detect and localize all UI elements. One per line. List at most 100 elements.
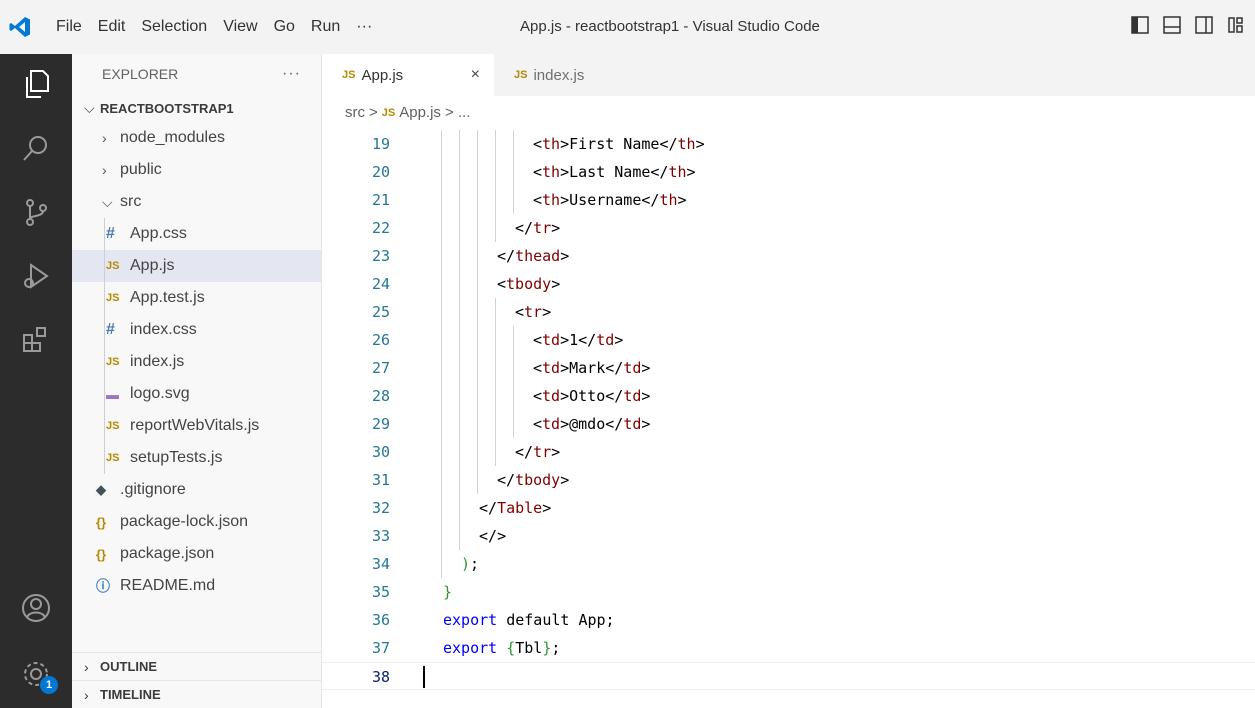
code-line[interactable]: 37 export {Tbl}; bbox=[322, 634, 1255, 662]
indent-guide bbox=[104, 346, 105, 378]
code-line[interactable]: 26 <td>1</td> bbox=[322, 326, 1255, 354]
line-number: 19 bbox=[371, 135, 390, 153]
tree-file[interactable]: ▬ logo.svg bbox=[72, 378, 321, 410]
vscode-logo-icon bbox=[0, 0, 40, 54]
code-line[interactable]: 24 <tbody> bbox=[322, 270, 1255, 298]
code-line[interactable]: 23 </thead> bbox=[322, 242, 1255, 270]
tree-file[interactable]: ◆ .gitignore bbox=[72, 474, 321, 506]
code-text: <th>Username</th> bbox=[533, 191, 687, 209]
code-line[interactable]: 36 export default App; bbox=[322, 606, 1255, 634]
code-text: <td>Otto</td> bbox=[533, 387, 651, 405]
tree-file[interactable]: # index.css bbox=[72, 314, 321, 346]
menu-view[interactable]: View bbox=[215, 0, 265, 54]
tree-folder[interactable]: › public bbox=[72, 154, 321, 186]
code-text: </tr> bbox=[515, 219, 561, 237]
indent-guide bbox=[477, 298, 478, 326]
manage-gear-icon[interactable]: 1 bbox=[0, 644, 72, 704]
tree-file[interactable]: {} package-lock.json bbox=[72, 506, 321, 538]
code-line[interactable]: 35} bbox=[322, 578, 1255, 606]
customize-layout-icon[interactable] bbox=[1227, 16, 1245, 34]
project-folder-header[interactable]: ⌵ REACTBOOTSTRAP1 bbox=[72, 94, 321, 122]
code-line[interactable]: 32 </Table> bbox=[322, 494, 1255, 522]
tree-file[interactable]: JS App.test.js bbox=[72, 282, 321, 314]
menu-go[interactable]: Go bbox=[266, 0, 303, 54]
line-number: 28 bbox=[371, 387, 390, 405]
code-line[interactable]: 29 <td>@mdo</td> bbox=[322, 410, 1255, 438]
search-icon[interactable] bbox=[0, 118, 72, 178]
menu-file[interactable]: File bbox=[40, 0, 90, 54]
menu-more[interactable]: ··· bbox=[348, 0, 380, 54]
code-line[interactable]: 20 <th>Last Name</th> bbox=[322, 158, 1255, 186]
code-text: <tbody> bbox=[497, 275, 561, 293]
menu-selection[interactable]: Selection bbox=[133, 0, 215, 54]
tree-file[interactable]: # App.css bbox=[72, 218, 321, 250]
code-line[interactable]: 31 </tbody> bbox=[322, 466, 1255, 494]
indent-guide bbox=[104, 250, 105, 282]
outline-section-header[interactable]: › OUTLINE bbox=[72, 652, 321, 680]
code-line[interactable]: 34); bbox=[322, 550, 1255, 578]
code-text: </> bbox=[479, 527, 507, 545]
code-line[interactable]: 33 </> bbox=[322, 522, 1255, 550]
code-line[interactable]: 19 <th>First Name</th> bbox=[322, 130, 1255, 158]
run-debug-icon[interactable] bbox=[0, 246, 72, 306]
menu-edit[interactable]: Edit bbox=[90, 0, 134, 54]
indent-guide bbox=[495, 410, 496, 438]
code-line[interactable]: 21 <th>Username</th> bbox=[322, 186, 1255, 214]
indent-guide bbox=[104, 282, 105, 314]
indent-guide bbox=[513, 186, 514, 214]
explorer-icon[interactable] bbox=[0, 54, 72, 114]
indent-guide bbox=[459, 522, 460, 550]
indent-guide bbox=[495, 186, 496, 214]
line-number: 23 bbox=[371, 247, 390, 265]
accounts-icon[interactable] bbox=[0, 578, 72, 638]
indent-guide bbox=[477, 382, 478, 410]
tree-file[interactable]: {} package.json bbox=[72, 538, 321, 570]
tab-index-js[interactable]: JS index.js bbox=[494, 54, 599, 96]
indent-guide bbox=[495, 354, 496, 382]
indent-guide bbox=[441, 354, 442, 382]
code-line[interactable]: 22 </tr> bbox=[322, 214, 1255, 242]
indent-guide bbox=[477, 466, 478, 494]
code-text: export {Tbl}; bbox=[443, 639, 561, 657]
tree-file[interactable]: JS index.js bbox=[72, 346, 321, 378]
json-file-icon: {} bbox=[96, 514, 107, 530]
code-line[interactable]: 28 <td>Otto</td> bbox=[322, 382, 1255, 410]
explorer-more-button[interactable]: ··· bbox=[282, 65, 301, 83]
explorer-sidebar: EXPLORER ··· ⌵ REACTBOOTSTRAP1 › node_mod… bbox=[72, 54, 322, 708]
indent-guide bbox=[477, 186, 478, 214]
indent-guide bbox=[495, 438, 496, 466]
indent-guide bbox=[459, 438, 460, 466]
breadcrumb-more[interactable]: > ... bbox=[445, 104, 470, 121]
tree-file[interactable]: JS App.js bbox=[72, 250, 321, 282]
source-control-icon[interactable] bbox=[0, 182, 72, 242]
toggle-primary-sidebar-icon[interactable] bbox=[1131, 16, 1149, 34]
js-file-icon: JS bbox=[106, 260, 120, 272]
tree-folder[interactable]: ⌵ src bbox=[72, 186, 321, 218]
toggle-secondary-sidebar-icon[interactable] bbox=[1195, 16, 1213, 34]
tree-item-label: App.js bbox=[130, 257, 175, 274]
menu-run[interactable]: Run bbox=[303, 0, 348, 54]
timeline-section-header[interactable]: › TIMELINE bbox=[72, 680, 321, 708]
toggle-panel-icon[interactable] bbox=[1163, 16, 1181, 34]
code-line[interactable]: 30 </tr> bbox=[322, 438, 1255, 466]
line-number: 33 bbox=[371, 527, 390, 545]
tree-file[interactable]: JS setupTests.js bbox=[72, 442, 321, 474]
code-line[interactable]: 25 <tr> bbox=[322, 298, 1255, 326]
indent-guide bbox=[441, 214, 442, 242]
indent-guide bbox=[495, 158, 496, 186]
breadcrumb-folder[interactable]: src bbox=[345, 104, 365, 121]
breadcrumb-file[interactable]: App.js bbox=[399, 104, 441, 121]
tree-folder[interactable]: › node_modules bbox=[72, 122, 321, 154]
editor-tabs: JS App.js × JS index.js bbox=[322, 54, 1255, 96]
code-editor[interactable]: 19 <th>First Name</th> 20 <th>Last Name</th… bbox=[322, 130, 1255, 708]
tab-app-js[interactable]: JS App.js × bbox=[322, 54, 494, 96]
close-tab-icon[interactable]: × bbox=[471, 66, 480, 84]
indent-guide bbox=[477, 130, 478, 158]
code-line[interactable]: 27 <td>Mark</td> bbox=[322, 354, 1255, 382]
indent-guide bbox=[441, 550, 442, 578]
tree-file[interactable]: JS reportWebVitals.js bbox=[72, 410, 321, 442]
code-line[interactable]: 38 bbox=[322, 662, 1255, 690]
extensions-icon[interactable] bbox=[0, 310, 72, 370]
code-text: </tr> bbox=[515, 443, 561, 461]
tree-file[interactable]: ⓘ README.md bbox=[72, 570, 321, 602]
